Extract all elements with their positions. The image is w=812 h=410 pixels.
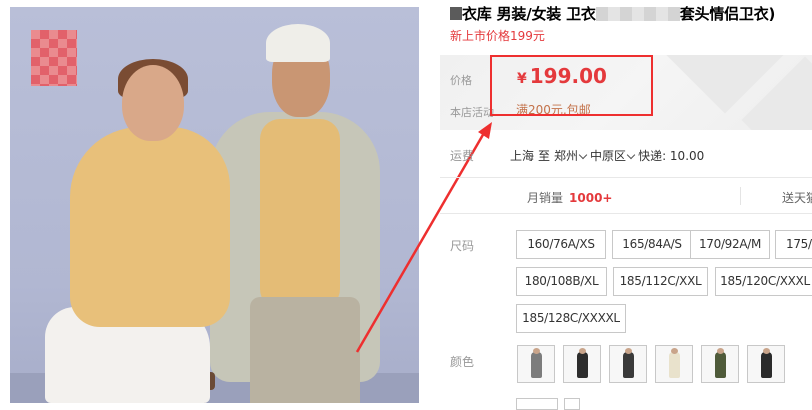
redacted-blur	[595, 7, 680, 21]
district-select[interactable]: 中原区	[590, 149, 638, 163]
size-option[interactable]: 160/76A/XS	[516, 230, 606, 259]
price-highlight-box	[490, 55, 653, 116]
title-text-part2: 套头情侣卫衣)	[679, 5, 776, 23]
district-value: 中原区	[590, 149, 627, 163]
size-option[interactable]: 175/	[775, 230, 812, 259]
swatch-model-head	[625, 348, 632, 354]
price-label: 价格	[450, 74, 472, 87]
divider	[740, 187, 741, 205]
size-option[interactable]: 170/92A/M	[690, 230, 770, 259]
color-swatch[interactable]	[609, 345, 647, 383]
color-label: 颜色	[450, 355, 475, 369]
size-label: 尺码	[450, 239, 475, 253]
swatch-model-head	[717, 348, 724, 354]
gift-text: 送天猫	[782, 191, 812, 205]
swatch-model-figure	[531, 352, 542, 378]
color-swatch[interactable]	[747, 345, 785, 383]
swatch-model-head	[763, 348, 770, 354]
redacted-block	[450, 7, 462, 20]
swatch-model-figure	[669, 352, 680, 378]
swatch-model-head	[671, 348, 678, 354]
color-swatch[interactable]	[563, 345, 601, 383]
shipping-to: 至	[538, 149, 551, 163]
color-swatch[interactable]	[701, 345, 739, 383]
shipping-label: 运费	[450, 149, 475, 163]
swatch-model-figure	[623, 352, 634, 378]
model-male-pants	[250, 297, 360, 403]
product-title: 衣库 男装/女装 卫衣 套头情侣卫衣)	[450, 3, 812, 25]
chevron-down-icon	[578, 150, 588, 160]
color-swatch[interactable]	[655, 345, 693, 383]
swatch-model-head	[579, 348, 586, 354]
shipping-from: 上海	[510, 149, 535, 163]
size-option[interactable]: 180/108B/XL	[516, 267, 607, 296]
color-swatch[interactable]	[517, 345, 555, 383]
model-female-head	[122, 65, 184, 141]
option-box-partial[interactable]	[564, 398, 580, 410]
swatch-model-figure	[715, 352, 726, 378]
size-option[interactable]: 185/128C/XXXXL	[516, 304, 626, 333]
city-value: 郑州	[554, 149, 579, 163]
chevron-down-icon	[626, 150, 636, 160]
sales-value: 1000+	[569, 191, 613, 205]
model-female-sweater	[70, 127, 230, 327]
shipping-row: 运费 上海至郑州 中原区 快递: 10.00	[450, 147, 704, 164]
swatch-model-head	[533, 348, 540, 354]
size-option[interactable]: 165/84A/S	[612, 230, 692, 259]
monthly-sales: 月销量 1000+	[527, 189, 612, 206]
size-option[interactable]: 185/112C/XXL	[613, 267, 708, 296]
promo-label: 本店活动	[450, 106, 494, 119]
option-box-partial[interactable]	[516, 398, 558, 410]
model-male-beanie	[266, 24, 330, 62]
model-male-sweater	[260, 119, 340, 309]
sales-label: 月销量	[527, 191, 564, 205]
swatch-model-figure	[761, 352, 772, 378]
express-fee: 快递: 10.00	[638, 149, 705, 163]
sales-stats: 月销量 1000+ 送天猫	[440, 177, 812, 214]
title-text-part1: 衣库 男装/女装 卫衣	[462, 5, 596, 23]
city-select[interactable]: 郑州	[554, 149, 590, 163]
size-option[interactable]: 185/120C/XXXL	[715, 267, 812, 296]
product-image[interactable]	[10, 7, 419, 403]
swatch-model-figure	[577, 352, 588, 378]
product-subtitle: 新上市价格199元	[450, 29, 545, 43]
brand-logo-mosaic	[31, 30, 77, 86]
